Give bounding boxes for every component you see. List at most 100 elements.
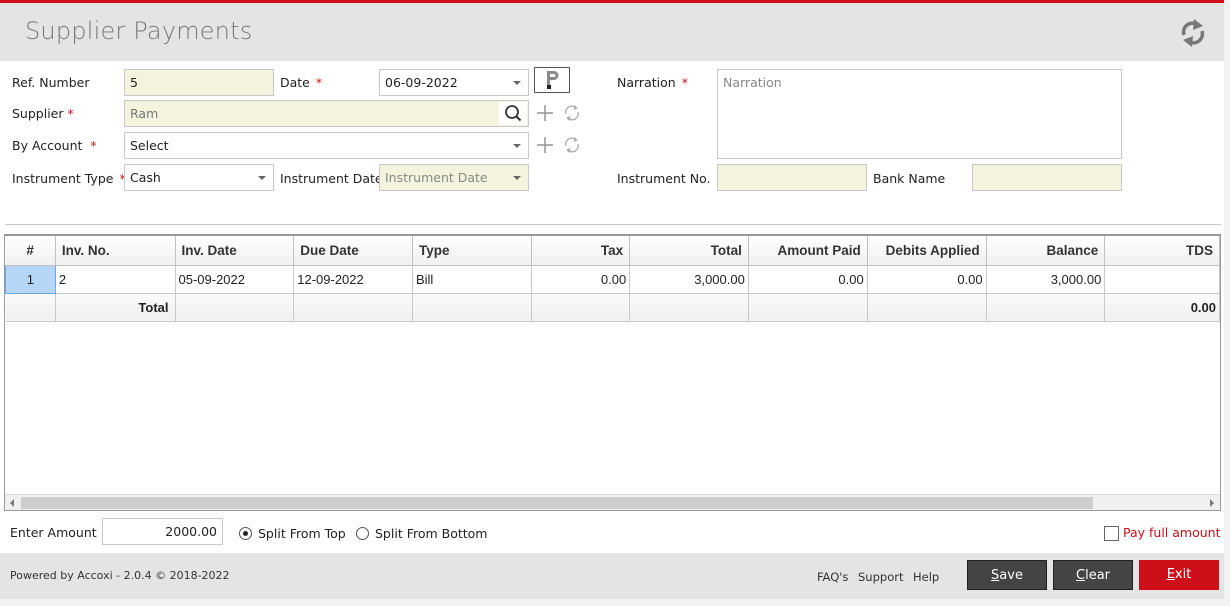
total-cell-empty [175,293,295,322]
instrument-no-label: Instrument No. [617,171,711,186]
instrument-no-field[interactable] [717,164,867,191]
bank-name-label: Bank Name [873,171,946,186]
refresh-supplier-icon[interactable] [563,104,581,125]
scroll-left-arrow-icon[interactable] [10,499,14,507]
total-cell-empty [293,293,413,322]
chevron-down-icon [513,144,521,148]
instrument-type-label-text: Instrument Type [12,171,114,186]
split-from-bottom-radio[interactable] [356,527,369,540]
clear-label: lear [1085,568,1110,583]
inv-no-cell[interactable]: 2 [55,265,176,294]
grid-header-row: # Inv. No. Inv. Date Due Date Type Tax T… [5,236,1220,266]
total-row-index [5,293,56,322]
add-supplier-plus-icon[interactable] [536,104,554,125]
column-header[interactable]: Debits Applied [867,236,987,266]
column-header[interactable]: Inv. Date [175,236,295,266]
narration-textarea[interactable]: Narration [717,69,1122,159]
instrument-date-picker[interactable]: Instrument Date [379,164,529,191]
total-cell-empty [748,293,868,322]
by-account-select[interactable]: Select [124,132,529,159]
enter-amount-label: Enter Amount [10,525,97,540]
invoice-table: # Inv. No. Inv. Date Due Date Type Tax T… [5,236,1220,322]
ref-number-field[interactable]: 5 [124,69,274,96]
search-icon[interactable] [499,102,527,125]
print-button[interactable] [534,67,570,93]
total-cell-empty [629,293,749,322]
supplier-label-text: Supplier [12,106,64,121]
required-mark: * [67,106,74,121]
column-header[interactable]: Amount Paid [748,236,868,266]
page-header: Supplier Payments [0,3,1224,61]
support-link[interactable]: Support [858,570,903,584]
debits-applied-cell[interactable]: 0.00 [867,265,987,294]
supplier-label: Supplier * [12,106,74,121]
column-header[interactable]: Inv. No. [55,236,176,266]
by-account-label-text: By Account [12,138,83,153]
instrument-type-value: Cash [130,170,161,185]
split-from-bottom-label[interactable]: Split From Bottom [375,526,487,541]
total-row: Total 0.00 [5,293,1220,322]
print-icon [547,71,559,89]
exit-label: xit [1174,567,1192,582]
by-account-value: Select [130,138,169,153]
total-cell-empty [986,293,1106,322]
date-value: 06-09-2022 [385,75,458,90]
narration-label: Narration * [617,75,688,90]
clear-button[interactable]: Clear [1053,560,1133,590]
column-header[interactable]: Tax [531,236,631,266]
column-header[interactable]: TDS [1104,236,1220,266]
invoice-grid: # Inv. No. Inv. Date Due Date Type Tax T… [4,234,1221,511]
chevron-down-icon [258,176,266,180]
required-mark: * [315,75,323,90]
ref-number-value: 5 [130,75,138,90]
split-from-top-radio[interactable] [239,527,252,540]
split-from-top-label[interactable]: Split From Top [258,526,346,541]
pay-full-amount-label[interactable]: Pay full amount [1123,525,1220,540]
required-mark: * [681,75,688,90]
balance-cell[interactable]: 3,000.00 [986,265,1106,294]
date-label-text: Date [280,75,310,90]
refresh-account-icon[interactable] [563,136,581,157]
due-date-cell[interactable]: 12-09-2022 [293,265,413,294]
exit-mnemonic: E [1166,567,1175,582]
column-header[interactable]: Total [629,236,749,266]
narration-label-text: Narration [617,75,676,90]
by-account-label: By Account * [12,138,97,153]
total-cell-empty [412,293,532,322]
row-index-cell[interactable]: 1 [5,264,56,294]
enter-amount-value: 2000.00 [165,524,217,539]
instrument-type-select[interactable]: Cash [124,164,274,191]
total-cell-empty [531,293,631,322]
table-row[interactable]: 1 2 05-09-2022 12-09-2022 Bill 0.00 3,00… [5,264,1220,294]
chevron-down-icon [513,81,521,85]
column-header[interactable]: Balance [986,236,1106,266]
supplier-field[interactable]: Ram [124,100,529,127]
inv-date-cell[interactable]: 05-09-2022 [175,265,295,294]
horizontal-scrollbar[interactable] [5,494,1220,510]
narration-placeholder: Narration [723,75,782,90]
column-header[interactable]: Due Date [293,236,413,266]
refresh-icon[interactable] [1178,16,1208,50]
date-picker[interactable]: 06-09-2022 [379,69,529,96]
amount-paid-cell[interactable]: 0.00 [748,265,868,294]
pay-full-amount-checkbox[interactable] [1104,526,1119,541]
tds-cell[interactable] [1104,265,1220,294]
type-cell[interactable]: Bill [412,265,532,294]
footer: Powered by Accoxi - 2.0.4 © 2018-2022 FA… [0,553,1224,599]
tax-cell[interactable]: 0.00 [531,265,631,294]
enter-amount-field[interactable]: 2000.00 [102,518,223,545]
column-header[interactable]: # [5,236,56,266]
bank-name-field[interactable] [972,164,1122,191]
total-cell[interactable]: 3,000.00 [629,265,749,294]
help-link[interactable]: Help [913,570,939,584]
date-label: Date * [280,75,322,90]
scroll-right-arrow-icon[interactable] [1210,499,1214,507]
column-header[interactable]: Type [412,236,532,266]
scrollbar-thumb[interactable] [21,497,1093,509]
divider [5,224,1221,225]
add-account-plus-icon[interactable] [536,136,554,157]
exit-button[interactable]: Exit [1139,560,1219,590]
faqs-link[interactable]: FAQ's [817,570,848,584]
save-label: ave [999,568,1023,583]
save-button[interactable]: Save [967,560,1047,590]
